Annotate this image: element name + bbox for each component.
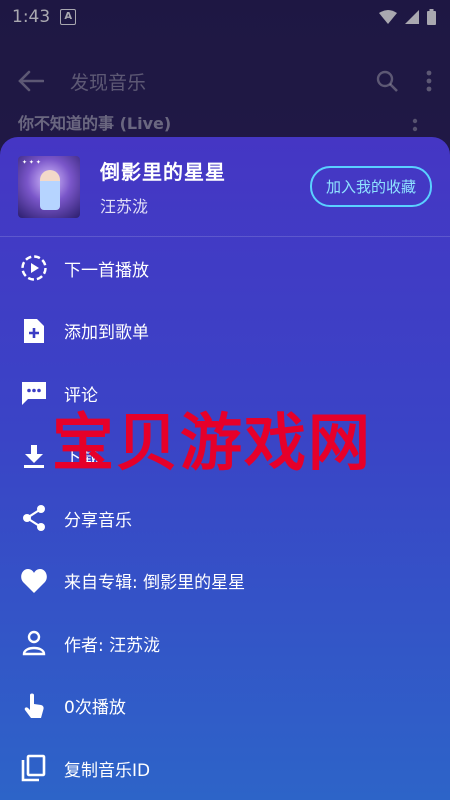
play-next-icon (20, 254, 48, 282)
person-icon (20, 629, 48, 657)
menu-item-label: 下一首播放 (64, 260, 149, 281)
menu-item-label: 添加到歌单 (64, 323, 149, 344)
artist-name: 汪苏泷 (100, 197, 149, 216)
menu-item-label: 复制音乐ID (64, 760, 151, 781)
song-title: 倒影里的星星 (100, 160, 226, 184)
menu-item-add-to-playlist[interactable]: 添加到歌单 (0, 300, 450, 363)
touch-icon (20, 692, 48, 720)
menu-item-play-next[interactable]: 下一首播放 (0, 237, 450, 300)
menu-item-album[interactable]: 来自专辑: 倒影里的星星 (0, 550, 450, 613)
add-to-favorites-button[interactable]: 加入我的收藏 (309, 166, 432, 207)
heart-icon (20, 567, 48, 595)
menu-item-label: 分享音乐 (64, 510, 132, 531)
menu-item-artist[interactable]: 作者: 汪苏泷 (0, 612, 450, 675)
add-to-playlist-icon (20, 317, 48, 345)
sheet-header: ✦ ✦ ✦ 倒影里的星星 汪苏泷 加入我的收藏 (0, 137, 450, 237)
comment-icon (20, 379, 48, 407)
menu-item-label: 评论 (64, 385, 98, 406)
menu-item-label: 来自专辑: 倒影里的星星 (64, 573, 246, 594)
options-menu: 下一首播放 添加到歌单 评论 下载 分享音乐 来自专辑: 倒影里的星星 作者: … (0, 237, 450, 800)
menu-item-play-count: 0次播放 (0, 675, 450, 738)
watermark: 宝贝游戏网 (52, 406, 373, 479)
share-icon (20, 504, 48, 532)
menu-item-label: 作者: 汪苏泷 (64, 635, 161, 656)
copy-icon (20, 754, 48, 782)
menu-item-copy-id[interactable]: 复制音乐ID (0, 737, 450, 800)
menu-item-share[interactable]: 分享音乐 (0, 487, 450, 550)
download-icon (20, 442, 48, 470)
album-cover: ✦ ✦ ✦ (18, 155, 80, 218)
menu-item-label: 0次播放 (64, 698, 126, 719)
